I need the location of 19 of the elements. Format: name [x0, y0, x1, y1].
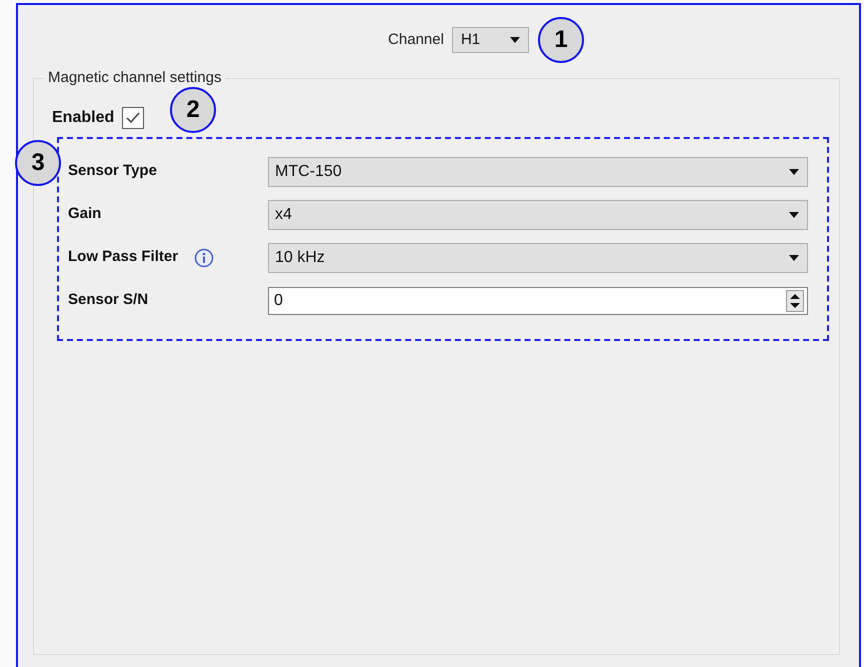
info-icon[interactable]	[194, 248, 214, 268]
number-field[interactable]: 0	[268, 286, 808, 314]
field-label: Sensor Type	[68, 161, 157, 182]
caret-icon	[510, 37, 520, 43]
caret-icon	[789, 168, 799, 174]
channel-dropdown[interactable]: H1	[452, 27, 529, 53]
dropdown[interactable]: 10 kHz	[268, 242, 808, 272]
field-label: Sensor S/N	[68, 290, 148, 310]
caret-icon	[789, 212, 799, 218]
enabled-checkbox[interactable]	[122, 107, 144, 129]
dropdown[interactable]: x4	[268, 200, 808, 230]
checkmark-icon	[125, 111, 142, 125]
caret-icon	[789, 254, 799, 260]
enabled-label: Enabled	[52, 108, 114, 128]
field-label: Low Pass Filter	[68, 247, 178, 268]
channel-label: Channel	[388, 30, 444, 50]
dropdown[interactable]: MTC-150	[268, 156, 808, 186]
spinner-arrows-icon[interactable]	[786, 290, 804, 312]
field-label: Gain	[68, 204, 102, 224]
